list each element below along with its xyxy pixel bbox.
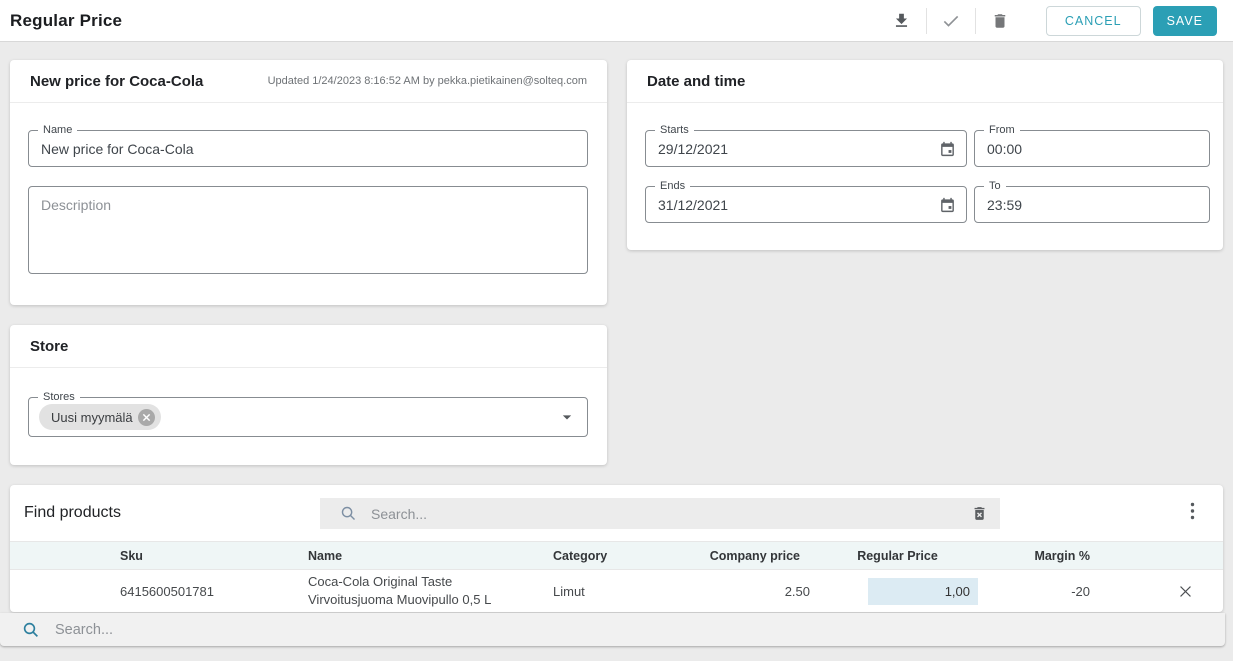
to-time-input[interactable] bbox=[975, 187, 1209, 222]
store-card: Store Stores Uusi myymälä bbox=[10, 325, 607, 465]
starts-field-label: Starts bbox=[655, 124, 694, 137]
price-card: New price for Coca-Cola Updated 1/24/202… bbox=[10, 60, 607, 305]
datetime-card-title: Date and time bbox=[647, 72, 746, 90]
product-name: Coca-Cola Original Taste Virvoitusjuoma … bbox=[300, 573, 545, 608]
store-card-title: Store bbox=[30, 337, 69, 355]
ends-field: Ends bbox=[645, 180, 967, 223]
cancel-button[interactable]: CANCEL bbox=[1045, 5, 1141, 36]
find-products-title: Find products bbox=[24, 504, 121, 521]
product-row: 6415600501781 Coca-Cola Original Taste V… bbox=[10, 569, 1223, 612]
check-icon bbox=[941, 11, 961, 31]
trash-clear-icon bbox=[971, 505, 988, 522]
topbar: Regular Price CANCEL SAVE bbox=[0, 0, 1233, 42]
to-field: To bbox=[974, 180, 1210, 223]
save-button[interactable]: SAVE bbox=[1152, 5, 1217, 36]
global-search-bar bbox=[0, 613, 1225, 646]
ends-field-label: Ends bbox=[655, 180, 691, 193]
col-margin: Margin % bbox=[1034, 548, 1090, 563]
col-sku: Sku bbox=[120, 548, 143, 563]
search-icon bbox=[22, 621, 40, 639]
name-field-label: Name bbox=[38, 124, 78, 137]
more-options-button[interactable] bbox=[1190, 502, 1195, 520]
find-products-card: Find products Sku Name Category Company … bbox=[10, 485, 1223, 612]
price-card-header: New price for Coca-Cola Updated 1/24/202… bbox=[10, 60, 607, 103]
col-category: Category bbox=[553, 548, 608, 563]
calendar-icon[interactable] bbox=[939, 140, 956, 157]
store-card-header: Store bbox=[10, 325, 607, 368]
approve-button[interactable] bbox=[927, 5, 975, 37]
product-company-price: 2.50 bbox=[784, 583, 810, 599]
starts-date-input[interactable] bbox=[646, 131, 966, 166]
description-input[interactable] bbox=[28, 186, 588, 274]
remove-product-button[interactable] bbox=[1177, 583, 1194, 600]
price-card-title: New price for Coca-Cola bbox=[30, 72, 204, 90]
chip-remove-icon[interactable] bbox=[137, 408, 155, 426]
global-search-input[interactable] bbox=[55, 621, 1225, 638]
regular-price-input[interactable] bbox=[868, 577, 978, 605]
product-row-actions bbox=[1100, 583, 1223, 600]
products-table-header: Sku Name Category Company price Regular … bbox=[10, 541, 1223, 569]
close-icon bbox=[1177, 583, 1194, 600]
product-regular-price-cell bbox=[810, 577, 985, 605]
name-field: Name bbox=[28, 124, 588, 167]
chevron-down-icon[interactable] bbox=[557, 407, 577, 427]
datetime-card: Date and time Starts From Ends To bbox=[627, 60, 1223, 250]
to-field-label: To bbox=[984, 180, 1006, 193]
page-title: Regular Price bbox=[10, 10, 123, 30]
search-icon bbox=[340, 505, 357, 522]
from-field: From bbox=[974, 124, 1210, 167]
stores-select[interactable]: Stores Uusi myymälä bbox=[28, 391, 588, 437]
kebab-icon bbox=[1190, 502, 1195, 520]
calendar-icon[interactable] bbox=[939, 196, 956, 213]
product-name-line2: Virvoitusjuoma Muovipullo 0,5 L bbox=[308, 592, 492, 607]
stores-field-label: Stores bbox=[38, 391, 80, 404]
topbar-actions: CANCEL SAVE bbox=[878, 5, 1233, 37]
store-chip: Uusi myymälä bbox=[39, 404, 161, 430]
clear-search-button[interactable] bbox=[969, 503, 990, 524]
product-category: Limut bbox=[553, 583, 585, 599]
find-products-header: Find products bbox=[10, 485, 1223, 541]
trash-icon bbox=[991, 12, 1009, 30]
product-margin: -20 bbox=[1071, 583, 1090, 599]
col-company-price: Company price bbox=[709, 548, 800, 563]
col-regular-price: Regular Price bbox=[857, 548, 938, 563]
ends-date-input[interactable] bbox=[646, 187, 966, 222]
name-input[interactable] bbox=[29, 131, 587, 166]
product-search-input[interactable] bbox=[371, 505, 969, 522]
delete-button[interactable] bbox=[976, 5, 1024, 37]
from-field-label: From bbox=[984, 124, 1020, 137]
store-chip-label: Uusi myymälä bbox=[51, 409, 133, 425]
updated-info: Updated 1/24/2023 8:16:52 AM by pekka.pi… bbox=[267, 75, 587, 87]
download-icon bbox=[892, 11, 911, 30]
starts-field: Starts bbox=[645, 124, 967, 167]
product-sku: 6415600501781 bbox=[120, 583, 214, 599]
download-button[interactable] bbox=[878, 5, 926, 37]
col-name: Name bbox=[308, 548, 343, 563]
product-name-line1: Coca-Cola Original Taste bbox=[308, 574, 453, 590]
product-search-bar bbox=[320, 498, 1000, 529]
datetime-card-header: Date and time bbox=[627, 60, 1223, 103]
